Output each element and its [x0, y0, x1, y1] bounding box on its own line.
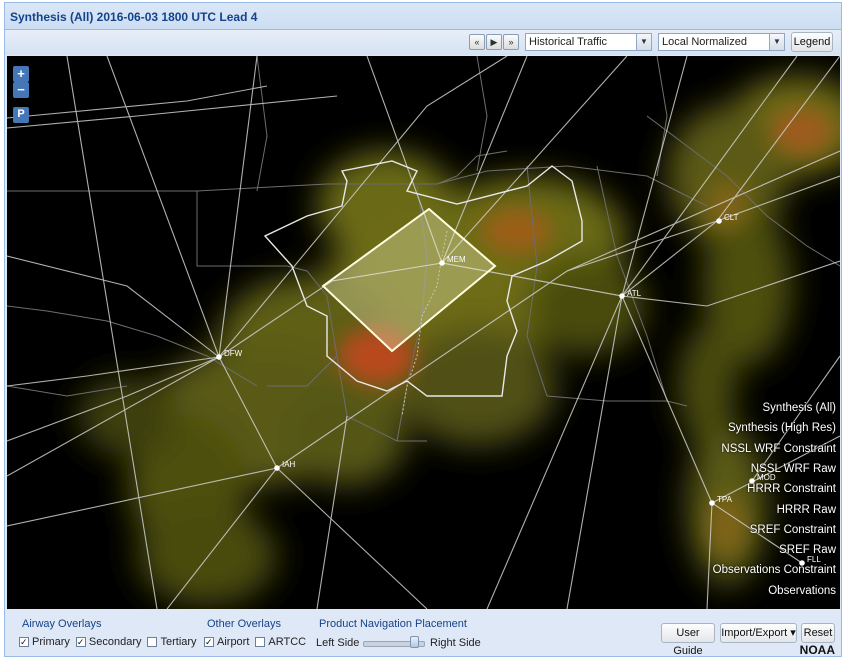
product-item[interactable]: Synthesis (High Res): [713, 418, 836, 438]
airport-label-iah: IAH: [282, 460, 296, 469]
import-export-button[interactable]: Import/Export ▾: [720, 623, 797, 643]
user-guide-button[interactable]: User Guide: [661, 623, 715, 657]
fast-forward-button[interactable]: »: [503, 34, 519, 50]
bottom-panel: Airway Overlays Primary Secondary Tertia…: [5, 610, 841, 657]
airport-label-clt: CLT: [724, 213, 739, 222]
product-item[interactable]: HRRR Raw: [713, 500, 836, 520]
normalize-select-value: Local Normalized: [662, 36, 747, 48]
legend-button[interactable]: Legend: [791, 32, 833, 52]
airport-label-mem: MEM: [447, 255, 466, 264]
other-overlays-group: Airport ARTCC: [204, 634, 312, 650]
rewind-button[interactable]: «: [469, 34, 485, 50]
placement-title: Product Navigation Placement: [319, 618, 467, 630]
airway-overlays-group: Primary Secondary Tertiary: [19, 634, 203, 650]
right-side-label: Right Side: [430, 637, 481, 649]
artcc-checkbox[interactable]: [255, 637, 266, 647]
artcc-label: ARTCC: [268, 636, 307, 648]
secondary-checkbox[interactable]: [75, 637, 86, 647]
page-title: Synthesis (All) 2016-06-03 1800 UTC Lead…: [10, 10, 258, 24]
product-item[interactable]: Observations Constraint: [713, 560, 836, 580]
zoom-in-button[interactable]: +: [13, 66, 29, 82]
primary-label: Primary: [32, 636, 70, 648]
noaa-logo: NOAA: [799, 643, 835, 657]
left-side-label: Left Side: [316, 637, 360, 649]
product-item[interactable]: Observations: [713, 581, 836, 601]
zoom-out-button[interactable]: −: [13, 82, 29, 98]
airport-marker-atl[interactable]: [619, 293, 625, 299]
secondary-label: Secondary: [88, 636, 142, 648]
overlay-select[interactable]: Historical Traffic ▼: [525, 33, 652, 51]
product-item[interactable]: SREF Constraint: [713, 520, 836, 540]
airport-label: Airport: [217, 636, 250, 648]
title-bar: Synthesis (All) 2016-06-03 1800 UTC Lead…: [5, 3, 841, 30]
p-button[interactable]: P: [13, 107, 29, 123]
normalize-select[interactable]: Local Normalized ▼: [658, 33, 785, 51]
airport-marker-iah[interactable]: [274, 465, 280, 471]
airport-marker-dfw[interactable]: [216, 354, 222, 360]
airport-checkbox[interactable]: [204, 637, 214, 647]
product-item[interactable]: NSSL WRF Raw: [713, 459, 836, 479]
other-overlays-title: Other Overlays: [207, 618, 281, 630]
tertiary-checkbox[interactable]: [147, 637, 158, 647]
overlay-select-value: Historical Traffic: [529, 36, 608, 48]
chevron-down-icon[interactable]: ▼: [769, 34, 784, 50]
play-button[interactable]: ▶: [486, 34, 502, 50]
airport-label-dfw: DFW: [224, 349, 243, 358]
product-navigation-list: Synthesis (All) Synthesis (High Res) NSS…: [713, 398, 836, 601]
product-item[interactable]: HRRR Constraint: [713, 479, 836, 499]
chevron-down-icon[interactable]: ▼: [636, 34, 651, 50]
airport-marker-clt[interactable]: [716, 218, 722, 224]
placement-slider-thumb[interactable]: [410, 636, 419, 648]
airway-overlays-title: Airway Overlays: [22, 618, 102, 630]
toolbar: « ▶ » Historical Traffic ▼ Local Normali…: [5, 30, 841, 55]
airport-marker-mem[interactable]: [439, 260, 445, 266]
weather-map[interactable]: MEM ATL DFW IAH CLT MOD TPA FLL + − P Sy…: [7, 56, 840, 609]
product-item[interactable]: SREF Raw: [713, 540, 836, 560]
primary-checkbox[interactable]: [19, 637, 29, 647]
reset-button[interactable]: Reset: [801, 623, 835, 643]
airport-label-atl: ATL: [627, 289, 642, 298]
product-item[interactable]: Synthesis (All): [713, 398, 837, 418]
app-window: Synthesis (All) 2016-06-03 1800 UTC Lead…: [4, 2, 842, 657]
tertiary-label: Tertiary: [160, 636, 197, 648]
product-item[interactable]: NSSL WRF Constraint: [713, 439, 836, 459]
